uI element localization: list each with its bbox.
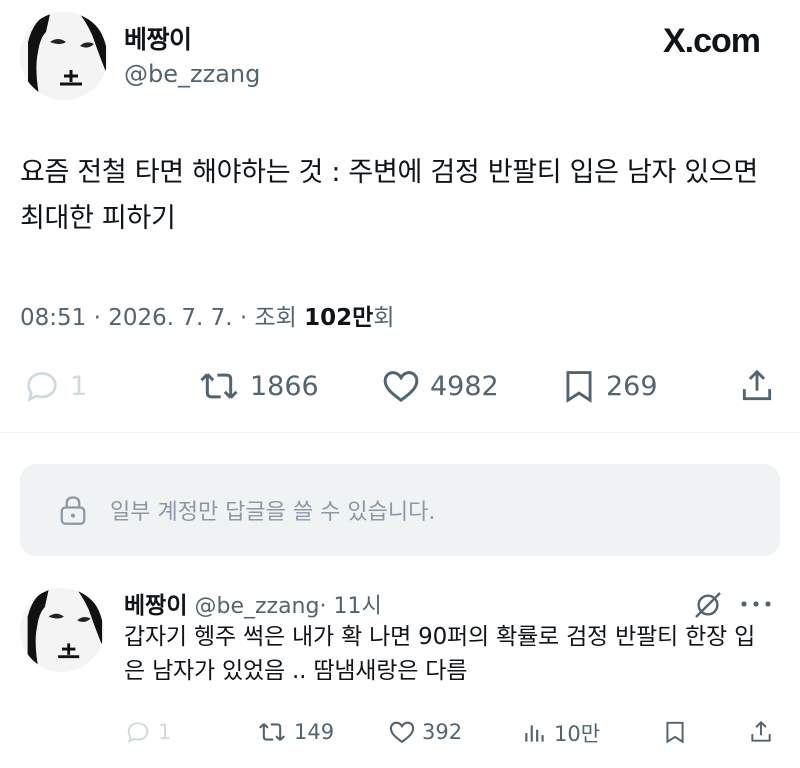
bookmark-icon [666, 721, 684, 744]
reply-view-count: 10만 [554, 722, 601, 746]
like-count: 4982 [430, 370, 499, 402]
share-action[interactable] [738, 366, 776, 406]
reply-count: 1 [70, 370, 88, 402]
reply-reply-action[interactable]: 1 [124, 718, 171, 746]
author-name[interactable]: 베짱이 [124, 20, 192, 56]
share-icon [751, 720, 771, 742]
divider [0, 432, 800, 433]
more-options-icon[interactable] [738, 596, 774, 615]
lock-icon [60, 496, 86, 525]
bookmark-icon [566, 371, 592, 403]
tweet-timestamp: 08:51 · 2026. 7. 7. · 조회 [20, 305, 305, 331]
reply-header: 베짱이 @be_zzang· 11시 [124, 586, 382, 620]
bookmark-count: 269 [606, 370, 658, 402]
heart-icon [389, 721, 415, 744]
x-logo: X.com [662, 22, 761, 60]
reply-like-count: 392 [422, 720, 463, 744]
reply-author-handle[interactable]: @be_zzang [194, 594, 319, 619]
reply-reply-count: 1 [158, 720, 172, 744]
reply-icon [127, 722, 149, 744]
reply-retweet-action[interactable]: 149 [256, 718, 334, 746]
retweet-action[interactable]: 1866 [196, 366, 319, 406]
tweet-meta: 08:51 · 2026. 7. 7. · 조회 102만회 [20, 298, 394, 332]
author-handle[interactable]: @be_zzang [124, 60, 260, 88]
reply-icon [27, 372, 57, 402]
reply-author-name[interactable]: 베짱이 [124, 593, 187, 619]
retweet-icon [200, 373, 238, 399]
reply-text: 갑자기 헹주 썩은 내가 확 나면 90퍼의 확률로 검정 반팔티 한장 입은 … [124, 624, 756, 684]
reply-time[interactable]: · 11시 [319, 594, 381, 619]
reply-bookmark-action[interactable] [662, 718, 688, 746]
reply-share-action[interactable] [748, 718, 774, 746]
reply-action[interactable]: 1 [22, 366, 87, 406]
retweet-icon [259, 723, 285, 741]
reply-author-avatar[interactable] [20, 588, 104, 672]
author-avatar[interactable] [20, 12, 108, 100]
reply-retweet-count: 149 [294, 720, 335, 744]
bookmark-action[interactable]: 269 [560, 366, 658, 406]
like-action[interactable]: 4982 [380, 366, 499, 406]
share-icon [742, 369, 772, 401]
reply-views-action[interactable]: 10만 [522, 718, 600, 748]
reply-like-action[interactable]: 392 [388, 718, 462, 746]
tweet-text: 요즘 전철 타면 해야하는 것 : 주변에 검정 반팔티 입은 남자 있으면 최… [20, 157, 758, 234]
view-count: 102만 [304, 305, 374, 331]
retweet-count: 1866 [250, 370, 319, 402]
views-icon [525, 725, 544, 742]
reply-restriction-notice: 일부 계정만 답글을 쓸 수 있습니다. [20, 464, 780, 556]
heart-icon [383, 371, 419, 403]
view-count-suffix: 회 [373, 305, 395, 331]
reply-restriction-text: 일부 계정만 답글을 쓸 수 있습니다. [110, 500, 436, 525]
